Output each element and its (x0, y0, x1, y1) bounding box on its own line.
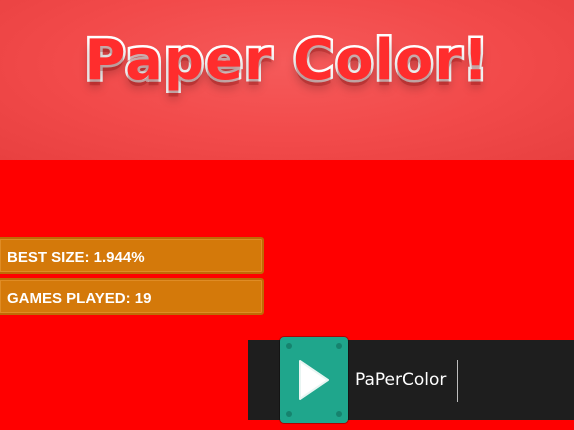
title-banner: Paper Color! (0, 0, 574, 160)
text-cursor (457, 360, 458, 402)
play-button[interactable] (280, 337, 348, 423)
game-title: Paper Color! (82, 26, 491, 96)
video-title: PaPerColor (355, 370, 447, 390)
tile-dot (336, 411, 342, 417)
play-icon (299, 360, 329, 400)
games-played-stat: GAMES PLAYED: 19 (0, 278, 264, 315)
game-screen: Paper Color! BEST SIZE: 1.944% GAMES PLA… (0, 0, 574, 430)
tile-dot (336, 343, 342, 349)
best-size-stat: BEST SIZE: 1.944% (0, 237, 264, 274)
tile-dot (286, 343, 292, 349)
tile-dot (286, 411, 292, 417)
